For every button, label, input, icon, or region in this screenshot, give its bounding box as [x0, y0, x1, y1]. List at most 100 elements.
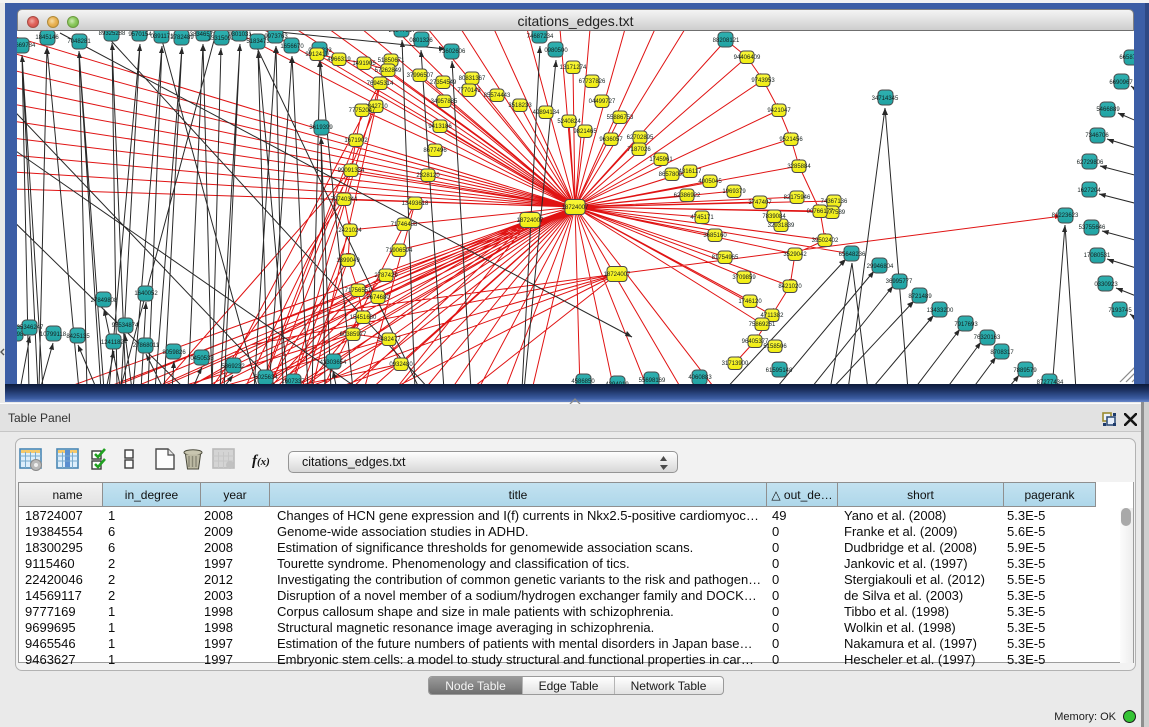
svg-text:9912419: 9912419 [305, 52, 329, 58]
svg-text:4316117: 4316117 [679, 169, 703, 175]
svg-text:49894134: 49894134 [533, 110, 560, 116]
svg-text:15451680: 15451680 [350, 315, 377, 321]
svg-text:5466889: 5466889 [1096, 107, 1120, 113]
svg-text:71906594: 71906594 [386, 248, 413, 254]
svg-text:77752047: 77752047 [349, 108, 376, 114]
svg-text:94406409: 94406409 [734, 55, 761, 61]
svg-text:71756551: 71756551 [345, 288, 372, 294]
svg-text:5869232: 5869232 [221, 364, 245, 370]
svg-text:61595148: 61595148 [766, 368, 793, 374]
svg-text:76320163: 76320163 [974, 335, 1001, 341]
svg-text:35346247: 35346247 [17, 325, 44, 331]
svg-text:1627204: 1627204 [1077, 188, 1101, 194]
svg-text:f(x): f(x) [252, 453, 270, 469]
svg-text:8425135: 8425135 [66, 334, 90, 340]
svg-text:3285884: 3285884 [787, 164, 811, 170]
svg-text:82175946: 82175946 [784, 195, 811, 201]
svg-text:00766177: 00766177 [807, 209, 834, 215]
svg-text:18724007: 18724007 [562, 205, 589, 211]
svg-text:6025634: 6025634 [254, 375, 278, 381]
svg-text:74367136: 74367136 [821, 199, 848, 205]
svg-text:74687234: 74687234 [527, 34, 554, 40]
svg-text:3747407: 3747407 [748, 200, 772, 206]
svg-text:8708317: 8708317 [990, 350, 1014, 356]
svg-text:8421020: 8421020 [778, 284, 802, 290]
svg-text:93534874: 93534874 [112, 323, 139, 329]
svg-text:0932480: 0932480 [389, 362, 413, 368]
svg-text:1745961: 1745961 [649, 157, 673, 163]
svg-text:65648236: 65648236 [839, 252, 866, 258]
svg-text:34714345: 34714345 [872, 96, 899, 102]
svg-text:62386922: 62386922 [674, 193, 701, 199]
svg-text:60385977: 60385977 [340, 332, 367, 338]
svg-text:6690967: 6690967 [1109, 80, 1133, 86]
svg-text:1671902: 1671902 [344, 138, 368, 144]
svg-text:29946804: 29946804 [867, 264, 894, 270]
svg-text:13171274: 13171274 [560, 65, 587, 71]
svg-text:32931839: 32931839 [768, 223, 795, 229]
svg-text:8721489: 8721489 [908, 294, 932, 300]
svg-text:62702895: 62702895 [627, 135, 654, 141]
svg-text:1845146: 1845146 [35, 35, 59, 41]
svg-text:53755646: 53755646 [1079, 225, 1106, 231]
svg-text:27868011: 27868011 [133, 343, 160, 349]
svg-text:5158506: 5158506 [763, 344, 787, 350]
svg-text:7889579: 7889579 [1013, 368, 1037, 374]
svg-text:91669784: 91669784 [17, 43, 36, 49]
svg-text:2328120: 2328120 [416, 173, 440, 179]
svg-text:8677496: 8677496 [423, 148, 447, 154]
svg-text:57262849: 57262849 [375, 68, 402, 74]
svg-text:5240824: 5240824 [557, 119, 581, 125]
svg-text:2421024: 2421024 [338, 228, 362, 234]
svg-text:67737826: 67737826 [579, 79, 606, 85]
svg-text:9521456: 9521456 [779, 137, 803, 143]
svg-text:88208121: 88208121 [713, 38, 740, 44]
svg-text:18724007: 18724007 [517, 218, 544, 224]
svg-text:13493618: 13493618 [402, 201, 429, 207]
svg-text:7187026: 7187026 [627, 147, 651, 153]
svg-text:5674680: 5674680 [366, 295, 390, 301]
svg-text:04499727: 04499727 [589, 99, 616, 105]
svg-text:2787429: 2787429 [374, 273, 398, 279]
svg-text:3709859: 3709859 [732, 275, 756, 281]
svg-text:9743953: 9743953 [751, 78, 775, 84]
svg-text:9421047: 9421047 [767, 108, 791, 114]
svg-text:7193745: 7193745 [1108, 308, 1132, 314]
svg-text:4966319: 4966319 [327, 57, 351, 63]
svg-text:8059826: 8059826 [162, 350, 186, 356]
svg-text:37996507: 37996507 [407, 73, 434, 79]
svg-text:9636057: 9636057 [599, 137, 623, 143]
svg-text:9413186: 9413186 [428, 124, 452, 130]
svg-text:76945314: 76945314 [367, 81, 394, 87]
svg-text:9301031: 9301031 [228, 32, 252, 38]
svg-text:34957885: 34957885 [431, 99, 458, 105]
svg-text:75869261: 75869261 [749, 322, 776, 328]
svg-text:89325288: 89325288 [99, 31, 126, 37]
svg-text:1746120: 1746120 [738, 299, 762, 305]
svg-text:1656670: 1656670 [280, 44, 304, 50]
svg-text:7048281: 7048281 [67, 39, 91, 45]
svg-text:10799118: 10799118 [40, 332, 67, 338]
svg-text:26247317: 26247317 [389, 31, 416, 34]
svg-text:51850671: 51850671 [378, 58, 405, 64]
svg-text:81754965: 81754965 [712, 255, 739, 261]
svg-text:3482477: 3482477 [377, 337, 401, 343]
svg-text:7346706: 7346706 [1085, 133, 1109, 139]
svg-text:1969379: 1969379 [722, 189, 746, 195]
svg-text:1640052: 1640052 [134, 291, 158, 297]
svg-text:4745171: 4745171 [690, 215, 714, 221]
svg-text:39502402: 39502402 [812, 238, 839, 244]
svg-text:36995777: 36995777 [886, 279, 913, 285]
svg-text:7839084: 7839084 [762, 214, 786, 220]
svg-text:31713900: 31713900 [722, 361, 749, 367]
svg-text:43303654: 43303654 [320, 360, 347, 366]
svg-text:79740344: 79740344 [331, 197, 358, 203]
svg-text:4005045: 4005045 [698, 179, 722, 185]
svg-text:17080531: 17080531 [1084, 253, 1111, 259]
svg-text:1491905: 1491905 [352, 61, 376, 67]
svg-text:0450533: 0450533 [190, 356, 214, 362]
svg-text:1399049: 1399049 [336, 258, 360, 264]
svg-text:99091334: 99091334 [338, 168, 365, 174]
svg-text:3685160: 3685160 [703, 233, 727, 239]
svg-text:71746488: 71746488 [391, 222, 418, 228]
